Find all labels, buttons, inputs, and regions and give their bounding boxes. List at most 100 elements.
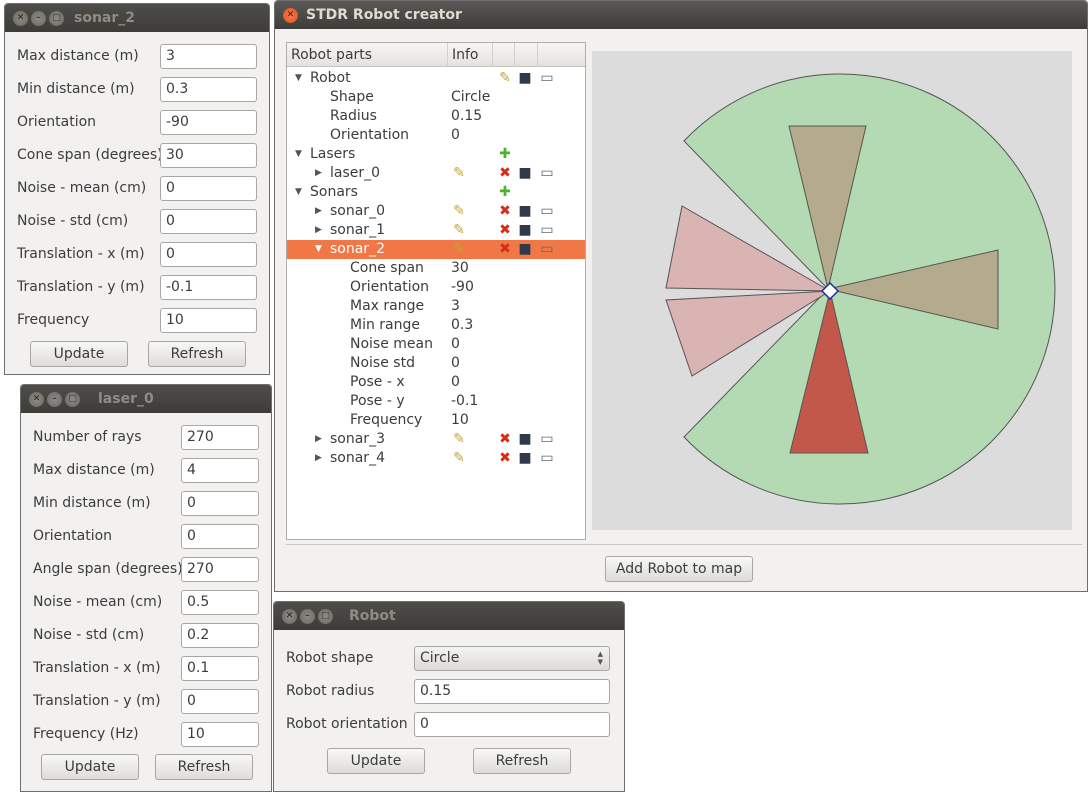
field-input[interactable]: 270: [181, 425, 259, 450]
minimize-icon[interactable]: –: [300, 608, 315, 624]
robot-orientation-input[interactable]: 0: [414, 712, 610, 737]
tree-row[interactable]: ▼ Lasers ✚: [287, 145, 585, 164]
robot-shape-select[interactable]: Circle ▲ ▼: [414, 646, 610, 671]
expand-down-icon[interactable]: ▼: [315, 244, 322, 254]
tree-row[interactable]: Shape Circle: [287, 88, 585, 107]
field-input[interactable]: 3: [160, 44, 257, 69]
edit-icon[interactable]: ✎: [451, 241, 467, 257]
update-button[interactable]: Update: [30, 341, 128, 367]
field-input[interactable]: 0.1: [181, 656, 259, 681]
update-button[interactable]: Update: [327, 748, 425, 774]
refresh-button[interactable]: Refresh: [148, 341, 246, 367]
delete-icon[interactable]: ✖: [497, 241, 513, 257]
close-icon[interactable]: ✕: [29, 391, 44, 407]
delete-icon[interactable]: ✖: [497, 165, 513, 181]
tree-row[interactable]: ▶ sonar_1 ✎ ✖ ■ ▭: [287, 221, 585, 240]
field-input[interactable]: 4: [181, 458, 259, 483]
field-input[interactable]: 0: [181, 491, 259, 516]
field-input[interactable]: 0: [160, 176, 257, 201]
tree-row[interactable]: Pose - y -0.1: [287, 392, 585, 411]
expand-right-icon[interactable]: ▶: [315, 168, 322, 178]
save-icon[interactable]: ■: [517, 203, 533, 219]
tree-row[interactable]: ▼ Sonars ✚: [287, 183, 585, 202]
field-input[interactable]: 270: [181, 557, 259, 582]
tree-row[interactable]: ▶ laser_0 ✎ ✖ ■ ▭: [287, 164, 585, 183]
open-folder-icon[interactable]: ▭: [539, 222, 555, 238]
tree-row[interactable]: Max range 3: [287, 297, 585, 316]
expand-down-icon[interactable]: ▼: [295, 149, 302, 159]
save-icon[interactable]: ■: [517, 222, 533, 238]
tree-row[interactable]: Cone span 30: [287, 259, 585, 278]
open-folder-icon[interactable]: ▭: [539, 70, 555, 86]
field-input[interactable]: 10: [181, 722, 259, 747]
open-folder-icon[interactable]: ▭: [539, 241, 555, 257]
delete-icon[interactable]: ✖: [497, 222, 513, 238]
field-input[interactable]: 0: [160, 209, 257, 234]
tree-row[interactable]: ▶ sonar_0 ✎ ✖ ■ ▭: [287, 202, 585, 221]
tree-row[interactable]: Orientation -90: [287, 278, 585, 297]
save-icon[interactable]: ■: [517, 431, 533, 447]
open-folder-icon[interactable]: ▭: [539, 165, 555, 181]
delete-icon[interactable]: ✖: [497, 431, 513, 447]
field-input[interactable]: 0.5: [181, 590, 259, 615]
edit-icon[interactable]: ✎: [451, 450, 467, 466]
save-icon[interactable]: ■: [517, 450, 533, 466]
tree-row[interactable]: Min range 0.3: [287, 316, 585, 335]
save-icon[interactable]: ■: [517, 165, 533, 181]
delete-icon[interactable]: ✖: [497, 203, 513, 219]
field-input[interactable]: 0: [181, 689, 259, 714]
maximize-icon[interactable]: □: [49, 10, 64, 26]
field-input[interactable]: 10: [160, 308, 257, 333]
tree-row[interactable]: ▶ sonar_4 ✎ ✖ ■ ▭: [287, 449, 585, 468]
tree-row[interactable]: Pose - x 0: [287, 373, 585, 392]
open-folder-icon[interactable]: ▭: [539, 203, 555, 219]
save-icon[interactable]: ■: [517, 70, 533, 86]
minimize-icon[interactable]: –: [31, 10, 46, 26]
add-robot-to-map-button[interactable]: Add Robot to map: [605, 556, 753, 582]
open-folder-icon[interactable]: ▭: [539, 431, 555, 447]
tree-row[interactable]: Noise std 0: [287, 354, 585, 373]
close-icon[interactable]: ✕: [13, 10, 28, 26]
close-icon[interactable]: ✕: [282, 608, 297, 624]
add-icon[interactable]: ✚: [497, 184, 513, 200]
expand-right-icon[interactable]: ▶: [315, 434, 322, 444]
robot-radius-input[interactable]: 0.15: [414, 679, 610, 704]
tree-row[interactable]: ▼ sonar_2 ✎ ✖ ■ ▭: [287, 240, 585, 259]
edit-icon[interactable]: ✎: [451, 431, 467, 447]
minimize-icon[interactable]: –: [47, 391, 62, 407]
field-input[interactable]: 0: [160, 242, 257, 267]
field-input[interactable]: 30: [160, 143, 257, 168]
field-input[interactable]: -90: [160, 110, 257, 135]
expand-right-icon[interactable]: ▶: [315, 225, 322, 235]
tree-row[interactable]: ▼ Robot ✎ ■ ▭: [287, 69, 585, 88]
close-icon[interactable]: ✕: [283, 7, 298, 23]
header-info[interactable]: Info: [452, 47, 479, 63]
tree-row[interactable]: Radius 0.15: [287, 107, 585, 126]
update-button[interactable]: Update: [41, 754, 139, 780]
save-icon[interactable]: ■: [517, 241, 533, 257]
delete-icon[interactable]: ✖: [497, 450, 513, 466]
tree-row[interactable]: ▶ sonar_3 ✎ ✖ ■ ▭: [287, 430, 585, 449]
refresh-button[interactable]: Refresh: [473, 748, 571, 774]
expand-down-icon[interactable]: ▼: [295, 187, 302, 197]
edit-icon[interactable]: ✎: [497, 70, 513, 86]
robot-parts-tree[interactable]: Robot parts Info ▼ Robot ✎ ■ ▭ Shape Circle Rad…: [286, 42, 586, 540]
maximize-icon[interactable]: □: [65, 391, 80, 407]
tree-row[interactable]: Orientation 0: [287, 126, 585, 145]
refresh-button[interactable]: Refresh: [155, 754, 253, 780]
tree-row[interactable]: Noise mean 0: [287, 335, 585, 354]
field-input[interactable]: 0: [181, 524, 259, 549]
expand-down-icon[interactable]: ▼: [295, 73, 302, 83]
field-input[interactable]: -0.1: [160, 275, 257, 300]
expand-right-icon[interactable]: ▶: [315, 453, 322, 463]
edit-icon[interactable]: ✎: [451, 203, 467, 219]
header-robot-parts[interactable]: Robot parts: [291, 47, 372, 63]
add-icon[interactable]: ✚: [497, 146, 513, 162]
open-folder-icon[interactable]: ▭: [539, 450, 555, 466]
edit-icon[interactable]: ✎: [451, 222, 467, 238]
expand-right-icon[interactable]: ▶: [315, 206, 322, 216]
edit-icon[interactable]: ✎: [451, 165, 467, 181]
tree-row[interactable]: Frequency 10: [287, 411, 585, 430]
field-input[interactable]: 0.3: [160, 77, 257, 102]
maximize-icon[interactable]: □: [318, 608, 333, 624]
